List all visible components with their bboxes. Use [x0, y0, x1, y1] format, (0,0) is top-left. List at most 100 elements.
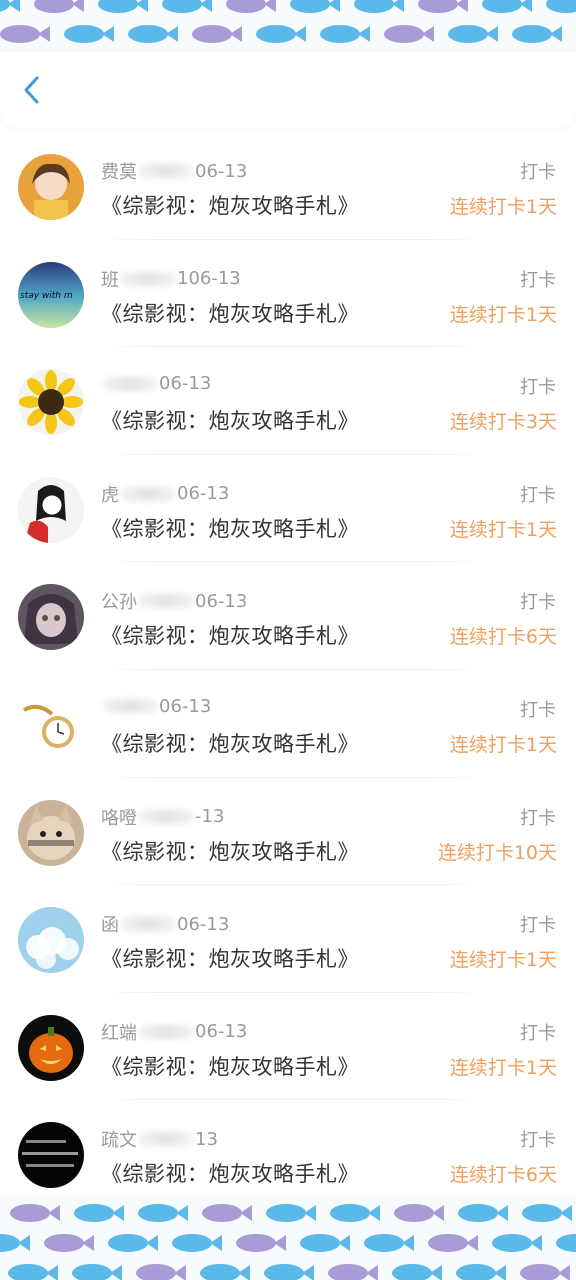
back-button[interactable]	[14, 70, 50, 110]
user-name: 虎	[101, 484, 119, 506]
user-name: 费莫	[101, 162, 137, 183]
book-title[interactable]: 《综影视：炮灰攻略手札》	[101, 1051, 359, 1081]
book-title[interactable]: 《综影视：炮灰攻略手札》	[101, 513, 359, 543]
avatar[interactable]	[18, 799, 84, 866]
blurred-name	[120, 271, 176, 286]
checkin-label: 打卡	[520, 484, 556, 506]
fish-shape	[0, 1234, 30, 1252]
fish-shape	[74, 1204, 124, 1222]
fish-shape	[364, 1234, 414, 1252]
book-title[interactable]: 《综影视：炮灰攻略手札》	[101, 620, 359, 650]
list-item[interactable]: 红端 06-13 《综影视：炮灰攻略手札》 打卡 连续打卡1天	[0, 993, 576, 1101]
fish-shape	[256, 25, 306, 43]
avatar[interactable]	[18, 476, 84, 543]
streak-label: 连续打卡1天	[449, 949, 557, 972]
checkin-label: 打卡	[520, 269, 556, 291]
user-name: 班	[101, 269, 119, 291]
list-item[interactable]: 公孙 06-13 《综影视：炮灰攻略手札》 打卡 连续打卡6天	[0, 562, 576, 670]
svg-text:stay with m: stay with m	[20, 291, 73, 301]
avatar[interactable]	[18, 154, 84, 220]
user-name: 红端	[101, 1022, 137, 1044]
book-title[interactable]: 《综影视：炮灰攻略手札》	[101, 405, 359, 435]
user-date-line: 疏文 13	[101, 1126, 218, 1152]
fish-shape	[448, 25, 498, 43]
checkin-date: 06-13	[159, 373, 212, 395]
fish-shape	[64, 25, 114, 43]
checkin-label: 打卡	[520, 699, 556, 721]
fish-shape	[384, 25, 434, 43]
checkin-date: 06-13	[177, 913, 230, 935]
blurred-name	[102, 699, 158, 714]
fish-shape	[482, 0, 532, 13]
list-item[interactable]: 费莫 06-13 《综影视：炮灰攻略手札》 打卡 连续打卡1天	[0, 132, 576, 240]
avatar[interactable]	[18, 691, 84, 758]
user-date-line: 咯噔 -13	[101, 804, 224, 830]
book-title[interactable]: 《综影视：炮灰攻略手札》	[101, 1158, 359, 1188]
fish-pattern-bottom	[0, 1195, 576, 1280]
fish-shape	[128, 25, 178, 43]
fish-shape	[520, 1264, 570, 1280]
book-title[interactable]: 《综影视：炮灰攻略手札》	[101, 728, 359, 758]
checkin-label: 打卡	[520, 162, 556, 183]
book-title[interactable]: 《综影视：炮灰攻略手札》	[101, 836, 359, 866]
checkin-date: -13	[195, 806, 225, 828]
fish-shape	[392, 1264, 442, 1280]
fish-shape	[492, 1234, 542, 1252]
book-title[interactable]: 《综影视：炮灰攻略手札》	[101, 190, 359, 220]
fish-shape	[44, 1234, 94, 1252]
fish-shape	[330, 1204, 380, 1222]
user-date-line: 虎 06-13	[101, 481, 229, 507]
avatar[interactable]	[18, 584, 84, 651]
streak-label: 连续打卡6天	[449, 1164, 557, 1187]
blurred-name	[102, 376, 158, 391]
checkin-date: 06-13	[195, 590, 248, 612]
fish-shape	[428, 1234, 478, 1252]
list-item[interactable]: 咯噔 -13 《综影视：炮灰攻略手札》 打卡连续打卡10天	[0, 778, 576, 886]
blurred-name	[138, 809, 194, 824]
fish-shape	[394, 1204, 444, 1222]
streak-label: 连续打卡1天	[449, 303, 557, 326]
book-title[interactable]: 《综影视：炮灰攻略手札》	[101, 943, 359, 973]
fish-shape	[138, 1204, 188, 1222]
user-date-line: 班 106-13	[101, 266, 241, 292]
fish-shape	[290, 0, 340, 13]
checkin-label: 打卡	[520, 915, 556, 937]
list-item[interactable]: 06-13 《综影视：炮灰攻略手札》 打卡连续打卡1天	[0, 670, 576, 778]
streak-label: 连续打卡1天	[449, 196, 557, 218]
streak-label: 连续打卡1天	[449, 733, 557, 756]
avatar[interactable]	[18, 1014, 84, 1081]
user-date-line: 红端 06-13	[101, 1019, 247, 1045]
checkin-date: 06-13	[159, 695, 212, 717]
fish-shape	[136, 1264, 186, 1280]
user-name: 疏文	[101, 1130, 137, 1152]
avatar[interactable]	[18, 1122, 84, 1189]
book-title[interactable]: 《综影视：炮灰攻略手札》	[101, 298, 359, 328]
list-item[interactable]: stay with m 班 106-13 《综影视：炮灰攻略手札》 打卡连续打卡1天	[0, 240, 576, 348]
fish-shape	[266, 1204, 316, 1222]
list-item[interactable]: 06-13 《综影视：炮灰攻略手札》 打卡 连续打卡3天	[0, 347, 576, 455]
fish-shape	[162, 0, 212, 13]
checkin-label: 打卡	[520, 377, 556, 399]
streak-label: 连续打卡10天	[437, 841, 557, 864]
fish-shape	[108, 1234, 158, 1252]
checkin-list: 费莫 06-13 《综影视：炮灰攻略手札》 打卡 连续打卡1天 stay with m班1…	[0, 132, 576, 1208]
fish-shape	[192, 25, 242, 43]
streak-label: 连续打卡1天	[449, 1056, 557, 1079]
list-item[interactable]: 虎 06-13 《综影视：炮灰攻略手札》 打卡 连续打卡1天	[0, 455, 576, 563]
avatar[interactable]	[18, 369, 84, 436]
user-date-line: 06-13	[101, 373, 211, 394]
list-item[interactable]: 函 06-13 《综影视：炮灰攻略手札》 打卡连续打卡1天	[0, 885, 576, 993]
fish-shape	[354, 0, 404, 13]
fish-shape	[522, 1204, 572, 1222]
user-date-line: 函 06-13	[101, 911, 229, 937]
checkin-label: 打卡	[520, 807, 556, 829]
blurred-name	[120, 486, 176, 501]
fish-shape	[320, 25, 370, 43]
checkin-date: 06-13	[195, 1021, 248, 1043]
avatar[interactable]	[18, 907, 84, 974]
list-item[interactable]: 疏文 13 《综影视：炮灰攻略手札》 打卡 连续打卡6天	[0, 1100, 576, 1208]
fish-shape	[98, 0, 148, 13]
blurred-name	[138, 164, 194, 178]
avatar[interactable]: stay with m	[18, 261, 84, 328]
fish-shape	[512, 25, 562, 43]
